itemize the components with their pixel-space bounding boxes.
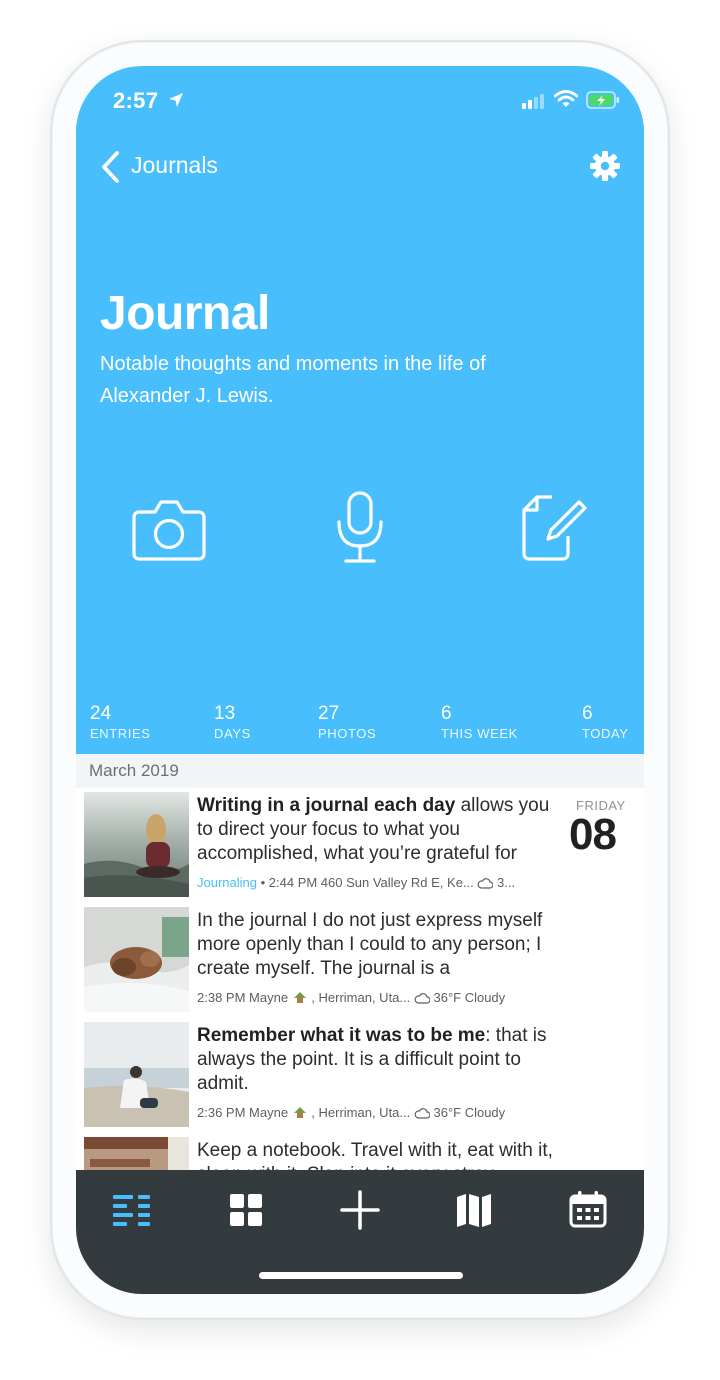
journal-title: Journal — [100, 287, 270, 340]
journal-header: 2:57 Journals Journal Notable thoughts a… — [76, 66, 644, 754]
screen: 2:57 Journals Journal Notable thoughts a… — [76, 66, 644, 1294]
entry-photo — [84, 792, 189, 897]
stat-this-week: 6 THIS WEEK — [441, 702, 518, 742]
entry-meta: 2:38 PM Mayne , Herriman, Uta... 36°F Cl… — [197, 990, 567, 1005]
status-time: 2:57 — [113, 88, 159, 113]
entry-time-location: • 2:44 PM 460 Sun Valley Rd E, Ke... — [257, 875, 474, 890]
stat-value: 24 — [90, 703, 112, 724]
cellular-signal-icon — [522, 94, 544, 109]
tab-media-grid[interactable] — [228, 1192, 264, 1228]
location-pin-icon — [293, 992, 306, 1003]
entry-tag[interactable]: Journaling — [197, 875, 257, 890]
cloudy-icon — [414, 993, 430, 1004]
location-arrow-icon — [169, 93, 183, 107]
tab-calendar[interactable] — [569, 1190, 607, 1228]
battery-icon — [586, 91, 619, 109]
stat-label: DAYS — [214, 726, 251, 741]
journal-stats: 24 ENTRIES 13 DAYS 27 PHOTOS 6 THIS WEEK… — [76, 702, 644, 750]
stat-value: 6 — [441, 703, 452, 724]
camera-icon[interactable] — [131, 496, 207, 562]
microphone-icon[interactable] — [332, 490, 388, 566]
entry-photo — [84, 1022, 189, 1127]
chevron-left-icon — [102, 151, 119, 183]
entry-day-number: 08 — [569, 810, 617, 859]
entry-time-location: 2:36 PM Mayne — [197, 1105, 289, 1120]
stat-label: THIS WEEK — [441, 726, 518, 741]
stat-label: TODAY — [582, 726, 629, 741]
cloudy-icon — [414, 1108, 430, 1119]
entry-weather: 36°F Cloudy — [429, 990, 506, 1005]
tab-list[interactable] — [112, 1192, 152, 1228]
journal-subtitle: Notable thoughts and moments in the life… — [100, 353, 486, 407]
stat-days: 13 DAYS — [214, 702, 251, 742]
nav-bar: Journals — [76, 144, 644, 190]
tab-map[interactable] — [455, 1192, 493, 1228]
entry-weather: 36°F Cloudy — [429, 1105, 506, 1120]
entry-text: In the journal I do not just express mys… — [197, 909, 557, 981]
gear-icon[interactable] — [589, 150, 621, 182]
stat-photos: 27 PHOTOS — [318, 702, 376, 742]
entry-bold-text: Writing in a journal each day — [197, 795, 456, 816]
stat-label: PHOTOS — [318, 726, 377, 741]
entry-weather: 3... — [493, 875, 516, 890]
wifi-icon — [554, 90, 578, 107]
compose-icon[interactable] — [519, 492, 589, 564]
stat-today: 6 TODAY — [582, 702, 629, 742]
stat-value: 6 — [582, 703, 593, 724]
back-button[interactable]: Journals — [76, 144, 246, 190]
entry-bold-text: Remember what it was to be me — [197, 1025, 486, 1046]
location-pin-icon — [293, 1107, 306, 1118]
month-section-header: March 2019 — [76, 754, 644, 788]
stat-label: ENTRIES — [90, 726, 151, 741]
entry-body-text: In the journal I do not just express mys… — [197, 910, 543, 979]
tab-new-entry[interactable] — [340, 1190, 380, 1230]
stat-value: 27 — [318, 703, 340, 724]
entry-location-rest: , Herriman, Uta... — [307, 1105, 411, 1120]
entry-meta: Journaling • 2:44 PM 460 Sun Valley Rd E… — [197, 875, 567, 890]
entry-text: Remember what it was to be me: that is a… — [197, 1024, 557, 1096]
entry-row[interactable]: Remember what it was to be me: that is a… — [76, 1018, 644, 1134]
entry-row[interactable]: In the journal I do not just express mys… — [76, 903, 644, 1019]
home-indicator[interactable] — [259, 1272, 463, 1279]
entry-photo — [84, 907, 189, 1012]
back-button-label: Journals — [131, 152, 218, 178]
partly-cloudy-icon — [478, 878, 494, 889]
entry-meta: 2:36 PM Mayne , Herriman, Uta... 36°F Cl… — [197, 1105, 567, 1120]
stat-value: 13 — [214, 703, 236, 724]
entry-location-rest: , Herriman, Uta... — [307, 990, 411, 1005]
entry-row[interactable]: Writing in a journal each day allows you… — [76, 788, 644, 904]
entry-time-location: 2:38 PM Mayne — [197, 990, 289, 1005]
entry-text: Writing in a journal each day allows you… — [197, 794, 557, 866]
stat-entries: 24 ENTRIES — [90, 702, 151, 742]
status-bar: 2:57 — [76, 66, 644, 136]
